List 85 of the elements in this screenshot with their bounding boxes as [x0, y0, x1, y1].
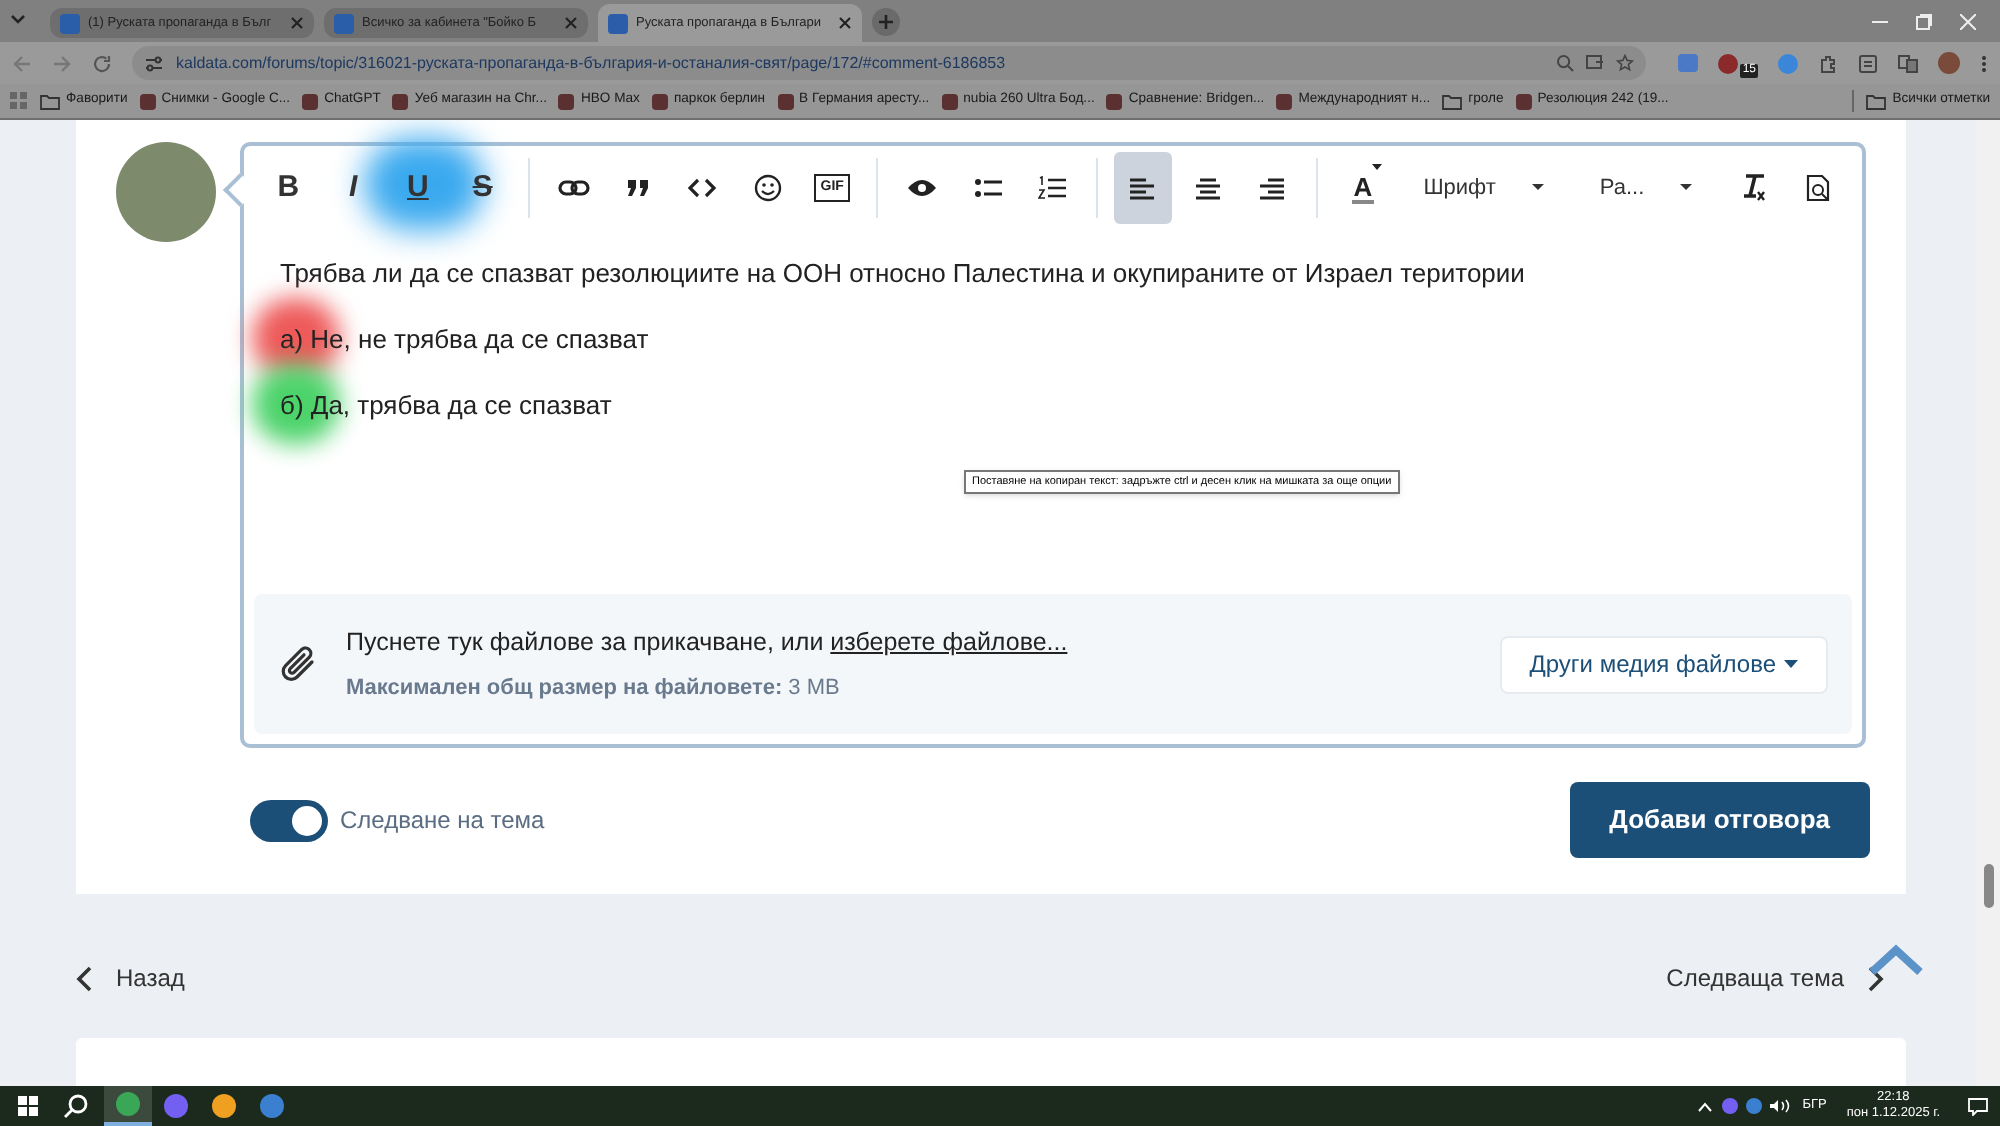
caret-icon — [1680, 184, 1693, 192]
site-icon — [302, 93, 319, 109]
zoom-icon[interactable] — [1556, 54, 1575, 72]
star-icon[interactable] — [1616, 54, 1635, 72]
restore-icon[interactable] — [1916, 14, 1932, 30]
toggle-label: Следване на тема — [340, 804, 545, 838]
align-left-icon — [1130, 177, 1155, 199]
editor-paragraph: а) Не, не трябва да се спазват — [280, 322, 651, 356]
follow-toggle[interactable] — [250, 799, 328, 841]
close-icon[interactable] — [838, 16, 852, 30]
folder-icon — [1866, 93, 1887, 109]
translate-icon[interactable] — [1898, 53, 1918, 73]
close-icon[interactable] — [290, 16, 304, 30]
folder-icon — [40, 93, 60, 109]
site-icon — [139, 93, 156, 109]
site-icon — [608, 13, 628, 33]
numbered-list-icon — [1038, 176, 1067, 200]
dropdown[interactable]: Шрифт — [1399, 156, 1568, 220]
link-icon — [557, 178, 590, 198]
text-color-button[interactable]: A — [1351, 173, 1375, 203]
address-bar[interactable]: kaldata.com/forums/topic/316021-руската-пропаганда-в-българия-и-останалия-свят/page/172/#comment-6186853 — [132, 46, 1647, 80]
torrent-app-icon — [260, 1094, 284, 1118]
chevron-left-icon — [76, 965, 92, 991]
site-icon — [558, 93, 575, 109]
menu-icon[interactable] — [1980, 53, 1988, 73]
site-icon — [60, 13, 80, 33]
back-link[interactable]: Назад — [76, 960, 185, 996]
emoji-icon — [753, 174, 782, 202]
site-icon — [1515, 93, 1532, 109]
caret-icon — [1371, 164, 1382, 170]
site-settings-icon[interactable] — [144, 53, 164, 73]
reading-list-icon[interactable] — [1858, 53, 1878, 73]
search-icon[interactable] — [64, 1094, 88, 1118]
scroll-to-top-icon[interactable] — [1868, 944, 1924, 976]
caret-icon — [1531, 184, 1544, 192]
toolbar-button[interactable] — [1114, 152, 1172, 224]
format-button[interactable]: I — [324, 156, 382, 220]
extension-icon[interactable] — [1718, 53, 1739, 73]
next-topic-link[interactable]: Следваща тема — [1666, 960, 1884, 996]
format-button[interactable]: B — [260, 156, 317, 220]
file-size-limit: Максимален общ размер на файловете: 3 MB — [346, 673, 842, 704]
browser-icon — [212, 1094, 236, 1118]
taskbar-app[interactable] — [104, 1086, 152, 1126]
install-icon[interactable] — [1586, 54, 1605, 72]
chat-app-icon — [164, 1094, 188, 1118]
eye-icon — [906, 178, 939, 198]
site-icon — [392, 93, 409, 109]
document-search-icon — [1803, 174, 1832, 202]
chevron-up-icon[interactable] — [1698, 1101, 1713, 1111]
start-icon[interactable] — [18, 1096, 38, 1116]
media-button[interactable]: Други медия файлове — [1499, 635, 1828, 693]
align-center-icon — [1195, 177, 1220, 199]
user-avatar — [116, 142, 216, 242]
caret-icon — [1784, 660, 1798, 668]
align-right-icon — [1260, 177, 1285, 199]
quote-icon — [623, 178, 652, 198]
url-text: kaldata.com/forums/topic/316021-руската-пропаганда-в-българия-и-останалия-свят/page/172/#comment-6186853 — [176, 51, 1008, 75]
close-icon[interactable] — [564, 16, 578, 30]
editor-paragraph: Трябва ли да се спазват резолюциите на ООН относно Палестина и окупираните от Израел територии — [280, 256, 1527, 290]
choose-files-link[interactable]: изберете файлове... — [830, 627, 1068, 656]
site-icon — [334, 13, 354, 33]
code-icon — [688, 178, 717, 198]
scrollbar[interactable] — [1976, 120, 2000, 1086]
attachment-instructions: Пуснете тук файлове за прикачване, или изберете файлове... — [346, 625, 1070, 660]
new-tab-icon[interactable] — [872, 8, 900, 36]
dropdown[interactable]: Ра... — [1575, 156, 1717, 220]
site-icon — [1106, 93, 1123, 109]
format-button[interactable]: S — [454, 156, 511, 220]
puzzle-icon[interactable] — [1818, 53, 1838, 73]
folder-icon — [1442, 93, 1463, 109]
site-icon — [941, 93, 958, 109]
profile-avatar[interactable] — [1938, 52, 1960, 74]
site-icon — [777, 93, 794, 109]
clear-format-icon — [1738, 174, 1767, 202]
format-button[interactable]: U — [389, 156, 447, 220]
editor-paragraph: б) Да, трябва да се спазват — [280, 388, 614, 422]
site-icon — [651, 93, 668, 109]
reload-icon[interactable] — [92, 53, 112, 73]
notifications-icon[interactable] — [1968, 1097, 1988, 1115]
site-icon — [1276, 93, 1293, 109]
submit-button[interactable]: Добави отговора — [1569, 782, 1870, 858]
bullet-list-icon — [973, 176, 1002, 200]
speaker-icon[interactable] — [1770, 1098, 1791, 1114]
browser-icon — [116, 1092, 140, 1116]
chevron-right-icon — [1868, 965, 1884, 991]
